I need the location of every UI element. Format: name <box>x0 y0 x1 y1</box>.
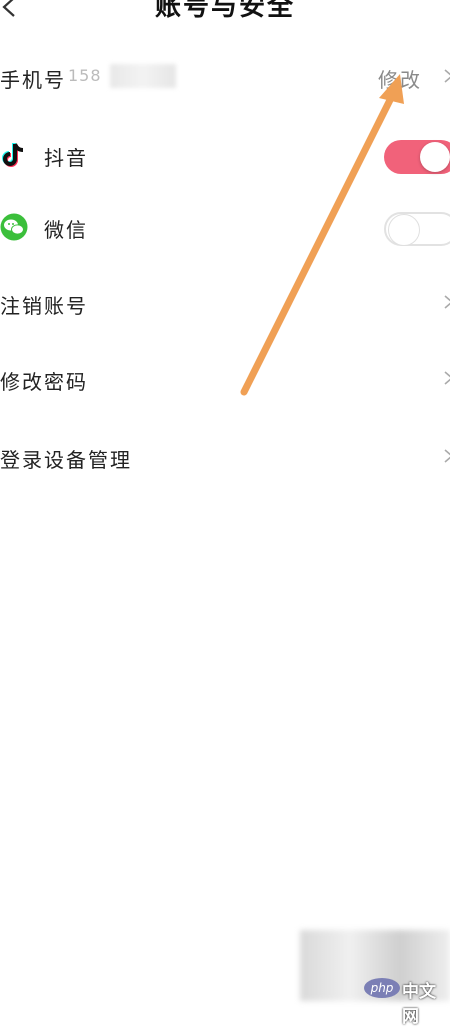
account-name-douyin: 抖音 <box>44 146 88 170</box>
account-row-douyin: 抖音 <box>0 130 450 180</box>
chevron-right-icon <box>444 295 450 309</box>
menu-item-label: 注销账号 <box>0 294 88 318</box>
chevron-right-icon <box>444 69 450 83</box>
phone-number-redaction <box>110 64 176 88</box>
watermark-logo: php <box>364 978 400 998</box>
menu-item-label: 登录设备管理 <box>0 448 132 472</box>
account-row-wechat: 微信 <box>0 202 450 252</box>
menu-item-deactivate-account[interactable]: 注销账号 <box>0 278 450 328</box>
wechat-icon <box>0 213 28 241</box>
nav-bar: 账号与安全 <box>0 0 450 30</box>
edit-phone-link[interactable]: 修改 <box>378 64 422 93</box>
menu-item-device-management[interactable]: 登录设备管理 <box>0 432 450 482</box>
douyin-toggle[interactable] <box>384 140 450 174</box>
watermark-text: 中文网 <box>402 982 436 1027</box>
account-name-wechat: 微信 <box>44 218 88 242</box>
watermark: php 中文网 <box>364 977 450 1027</box>
page-title: 账号与安全 <box>154 0 295 22</box>
menu-item-change-password[interactable]: 修改密码 <box>0 354 450 404</box>
chevron-right-icon <box>444 449 450 463</box>
toggle-knob <box>388 214 420 246</box>
phone-number-row[interactable]: 手机号 158 修改 <box>0 52 450 102</box>
toggle-knob <box>420 142 450 172</box>
menu-item-label: 修改密码 <box>0 370 88 394</box>
chevron-right-icon <box>444 371 450 385</box>
phone-label: 手机号 <box>0 68 66 92</box>
wechat-toggle[interactable] <box>384 212 450 246</box>
phone-number-value: 158 <box>68 66 102 85</box>
tiktok-icon <box>2 143 24 167</box>
